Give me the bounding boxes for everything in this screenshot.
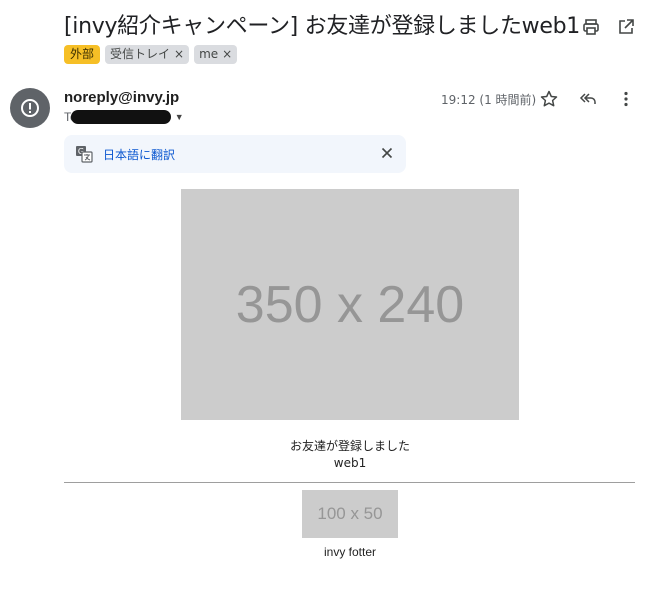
me-label-chip: me × — [194, 45, 238, 64]
horizontal-divider — [64, 482, 635, 483]
recipient-line: To ▼ — [64, 110, 184, 124]
remove-me-label-button[interactable]: × — [222, 45, 232, 64]
hero-image-placeholder: 350 x 240 — [181, 189, 519, 420]
footer-placeholder-text: 100 x 50 — [317, 504, 383, 523]
caret-down-icon[interactable]: ▼ — [175, 112, 184, 122]
footer-text: invy fotter — [323, 545, 377, 559]
label-chips: 外部 受信トレイ × me × — [64, 45, 238, 64]
inbox-label-text: 受信トレイ — [110, 47, 171, 61]
email-subject: [invy紹介キャンペーン] お友達が登録しましたweb1 — [64, 14, 580, 39]
hero-placeholder-text: 350 x 240 — [235, 275, 465, 334]
external-label-text: 外部 — [70, 47, 95, 61]
external-label-chip: 外部 — [64, 45, 101, 64]
printer-icon[interactable] — [581, 17, 601, 37]
message-line-2: web1 — [333, 456, 367, 470]
translate-icon: G — [75, 145, 93, 168]
redacted-recipient — [70, 110, 171, 124]
translate-bar: G 日本語に翻訳 — [64, 135, 406, 173]
sender-avatar[interactable] — [10, 88, 50, 128]
email-timestamp: 19:12 (1 時間前) — [441, 93, 537, 107]
reply-all-icon[interactable] — [578, 89, 598, 109]
remove-inbox-label-button[interactable]: × — [174, 45, 184, 64]
me-label-text: me — [199, 47, 219, 61]
sender-address[interactable]: noreply@invy.jp — [64, 89, 179, 106]
close-icon[interactable] — [379, 145, 395, 166]
translate-to-japanese-link[interactable]: 日本語に翻訳 — [103, 146, 175, 163]
open-in-new-icon[interactable] — [616, 17, 636, 37]
star-outline-icon[interactable] — [539, 89, 559, 109]
more-vert-icon[interactable] — [616, 89, 636, 109]
message-line-1: お友達が登録しました — [289, 439, 410, 453]
exclamation-circle-icon — [21, 99, 39, 117]
footer-image-placeholder: 100 x 50 — [302, 490, 398, 538]
inbox-label-chip: 受信トレイ × — [105, 45, 190, 64]
